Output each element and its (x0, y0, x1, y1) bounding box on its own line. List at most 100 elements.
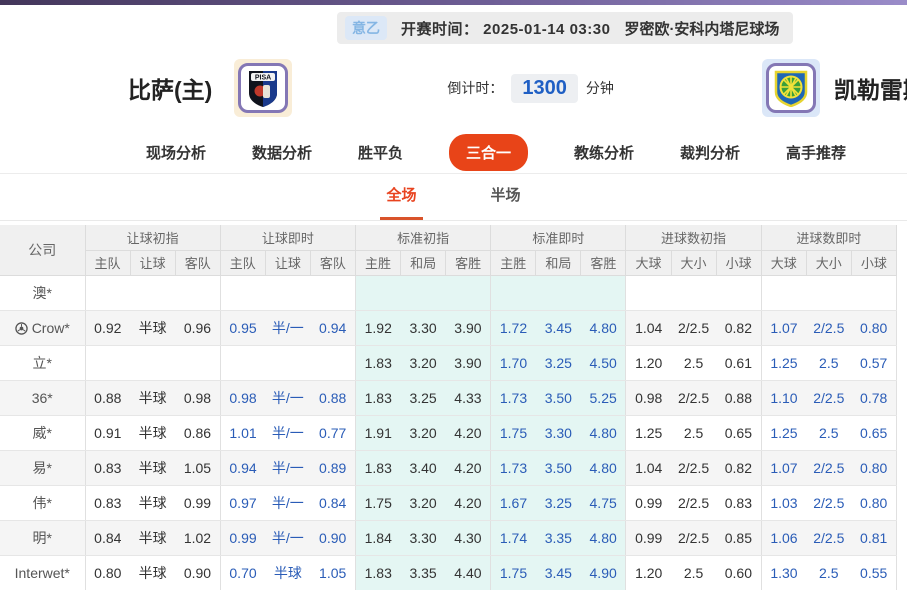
company-name: 明* (33, 530, 52, 546)
company-cell[interactable]: Crow* (0, 310, 85, 345)
odds-cell: 3.20 (401, 345, 446, 380)
odds-cell: 1.83 (355, 380, 400, 415)
match-info-box: 意乙 开赛时间： 2025-01-14 03:30 罗密欧·安科内塔尼球场 (337, 12, 793, 44)
odds-cell: 4.50 (581, 345, 626, 380)
odds-cell: 0.61 (716, 345, 761, 380)
away-team-name: 凯勒雷斯 (834, 71, 907, 105)
odds-cell: 2.5 (671, 345, 716, 380)
odds-cell: 0.82 (716, 310, 761, 345)
odds-row-伟: 伟*0.83半球0.990.97半/一0.841.753.204.201.673… (0, 485, 897, 520)
company-name: Crow* (32, 320, 70, 336)
group-header-4: 进球数初指 (626, 225, 761, 250)
nav-tab-2[interactable]: 胜平负 (358, 142, 403, 163)
odds-cell: 0.80 (851, 485, 896, 520)
nav-tab-4[interactable]: 教练分析 (574, 142, 634, 163)
odds-cell (310, 275, 355, 310)
odds-cell: 半球 (130, 310, 175, 345)
nav-tab-5[interactable]: 裁判分析 (680, 142, 740, 163)
scope-tab-0[interactable]: 全场 (380, 184, 422, 220)
odds-cell: 0.98 (220, 380, 265, 415)
odds-cell: 3.20 (401, 485, 446, 520)
league-badge[interactable]: 意乙 (345, 16, 387, 40)
odds-row-36: 36*0.88半球0.980.98半/一0.881.833.254.331.73… (0, 380, 897, 415)
odds-cell: 0.80 (851, 450, 896, 485)
odds-cell (761, 275, 806, 310)
soccer-ball-icon (15, 322, 28, 335)
odds-cell: 3.35 (536, 520, 581, 555)
sub-header-5-2: 小球 (851, 250, 896, 275)
odds-cell: 1.67 (491, 485, 536, 520)
odds-cell: 4.40 (446, 555, 491, 590)
sub-header-4-1: 大小 (671, 250, 716, 275)
home-team-name: 比萨(主) (128, 71, 212, 105)
odds-cell: 半球 (130, 380, 175, 415)
nav-tab-6[interactable]: 高手推荐 (786, 142, 846, 163)
odds-cell: 2/2.5 (671, 380, 716, 415)
group-header-1: 让球即时 (220, 225, 355, 250)
company-name: 威* (33, 425, 52, 441)
company-cell[interactable]: 36* (0, 380, 85, 415)
odds-cell: 0.81 (851, 520, 896, 555)
company-cell[interactable]: 威* (0, 415, 85, 450)
company-cell[interactable]: 易* (0, 450, 85, 485)
odds-cell: 1.10 (761, 380, 806, 415)
odds-cell: 半球 (265, 555, 310, 590)
top-accent-strip (0, 0, 907, 5)
company-cell[interactable]: 明* (0, 520, 85, 555)
odds-cell: 3.25 (401, 380, 446, 415)
company-cell[interactable]: 澳* (0, 275, 85, 310)
odds-cell: 5.25 (581, 380, 626, 415)
sub-header-4-2: 小球 (716, 250, 761, 275)
sub-header-3-0: 主胜 (491, 250, 536, 275)
odds-cell: 0.99 (220, 520, 265, 555)
odds-cell: 0.84 (85, 520, 130, 555)
odds-cell: 3.30 (401, 520, 446, 555)
odds-cell: 1.02 (175, 520, 220, 555)
sub-header-2-1: 和局 (401, 250, 446, 275)
odds-cell: 1.25 (626, 415, 671, 450)
odds-cell: 4.20 (446, 450, 491, 485)
nav-tab-3[interactable]: 三合一 (449, 134, 528, 171)
odds-cell: 0.88 (85, 380, 130, 415)
nav-tab-0[interactable]: 现场分析 (146, 142, 206, 163)
company-cell[interactable]: Interwet* (0, 555, 85, 590)
odds-cell (265, 275, 310, 310)
odds-cell: 0.97 (220, 485, 265, 520)
odds-cell: 1.04 (626, 450, 671, 485)
odds-cell: 0.57 (851, 345, 896, 380)
odds-cell (401, 275, 446, 310)
home-team-logo: PISA (234, 59, 292, 117)
odds-cell (851, 275, 896, 310)
countdown: 倒计时： 1300 分钟 (447, 74, 614, 103)
odds-cell: 1.01 (220, 415, 265, 450)
odds-cell: 0.99 (626, 485, 671, 520)
odds-cell: 半/一 (265, 415, 310, 450)
odds-cell: 4.80 (581, 415, 626, 450)
group-header-0: 让球初指 (85, 225, 220, 250)
odds-cell: 半/一 (265, 520, 310, 555)
company-cell[interactable]: 立* (0, 345, 85, 380)
odds-cell (355, 275, 400, 310)
odds-cell: 1.75 (355, 485, 400, 520)
sub-header-4-0: 大球 (626, 250, 671, 275)
odds-cell: 3.35 (401, 555, 446, 590)
odds-table: 公司让球初指让球即时标准初指标准即时进球数初指进球数即时主队让球客队主队让球客队… (0, 225, 897, 590)
pisa-crest-icon: PISA (247, 69, 279, 107)
odds-cell (85, 275, 130, 310)
nav-tab-1[interactable]: 数据分析 (252, 142, 312, 163)
sub-header-1-1: 让球 (265, 250, 310, 275)
odds-cell: 0.99 (175, 485, 220, 520)
sub-header-0-1: 让球 (130, 250, 175, 275)
scope-tab-1[interactable]: 半场 (485, 184, 527, 220)
company-cell[interactable]: 伟* (0, 485, 85, 520)
odds-cell: 3.45 (536, 555, 581, 590)
odds-cell: 1.83 (355, 345, 400, 380)
odds-cell: 0.77 (310, 415, 355, 450)
odds-cell: 1.83 (355, 450, 400, 485)
odds-cell: 1.25 (761, 415, 806, 450)
odds-cell: 3.90 (446, 345, 491, 380)
odds-cell: 1.04 (626, 310, 671, 345)
odds-cell: 1.30 (761, 555, 806, 590)
odds-cell: 3.30 (536, 415, 581, 450)
odds-cell: 1.20 (626, 555, 671, 590)
